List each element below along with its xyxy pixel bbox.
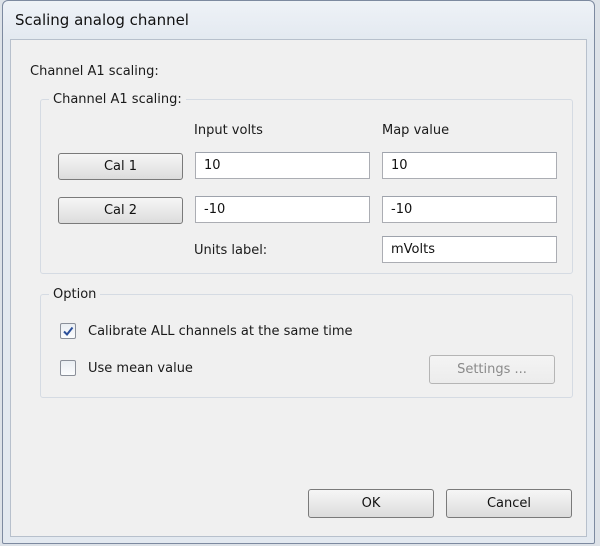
cal-2-input-volts-field[interactable] xyxy=(195,196,370,223)
calibrate-all-checkbox[interactable] xyxy=(60,323,76,339)
title-bar[interactable]: Scaling analog channel xyxy=(3,1,594,39)
ok-button[interactable]: OK xyxy=(308,489,434,518)
channel-scaling-legend: Channel A1 scaling: xyxy=(53,92,182,107)
use-mean-value-label[interactable]: Use mean value xyxy=(88,361,193,376)
cal-2-button[interactable]: Cal 2 xyxy=(58,197,183,224)
use-mean-value-checkbox[interactable] xyxy=(60,360,76,376)
cancel-button[interactable]: Cancel xyxy=(446,489,572,518)
map-value-header: Map value xyxy=(382,123,450,138)
cal-2-map-value-field[interactable] xyxy=(382,196,557,223)
units-label-field[interactable] xyxy=(382,236,557,263)
cal-1-button[interactable]: Cal 1 xyxy=(58,153,183,180)
input-volts-header: Input volts xyxy=(194,123,263,138)
units-label: Units label: xyxy=(194,243,268,258)
checkmark-icon xyxy=(63,326,74,337)
cal-1-map-value-field[interactable] xyxy=(382,152,557,179)
option-legend: Option xyxy=(53,287,97,302)
window-title: Scaling analog channel xyxy=(15,11,189,29)
cal-1-input-volts-field[interactable] xyxy=(195,152,370,179)
channel-scaling-label: Channel A1 scaling: xyxy=(30,64,159,79)
settings-button[interactable]: Settings ... xyxy=(429,355,555,384)
calibrate-all-label[interactable]: Calibrate ALL channels at the same time xyxy=(88,324,352,339)
